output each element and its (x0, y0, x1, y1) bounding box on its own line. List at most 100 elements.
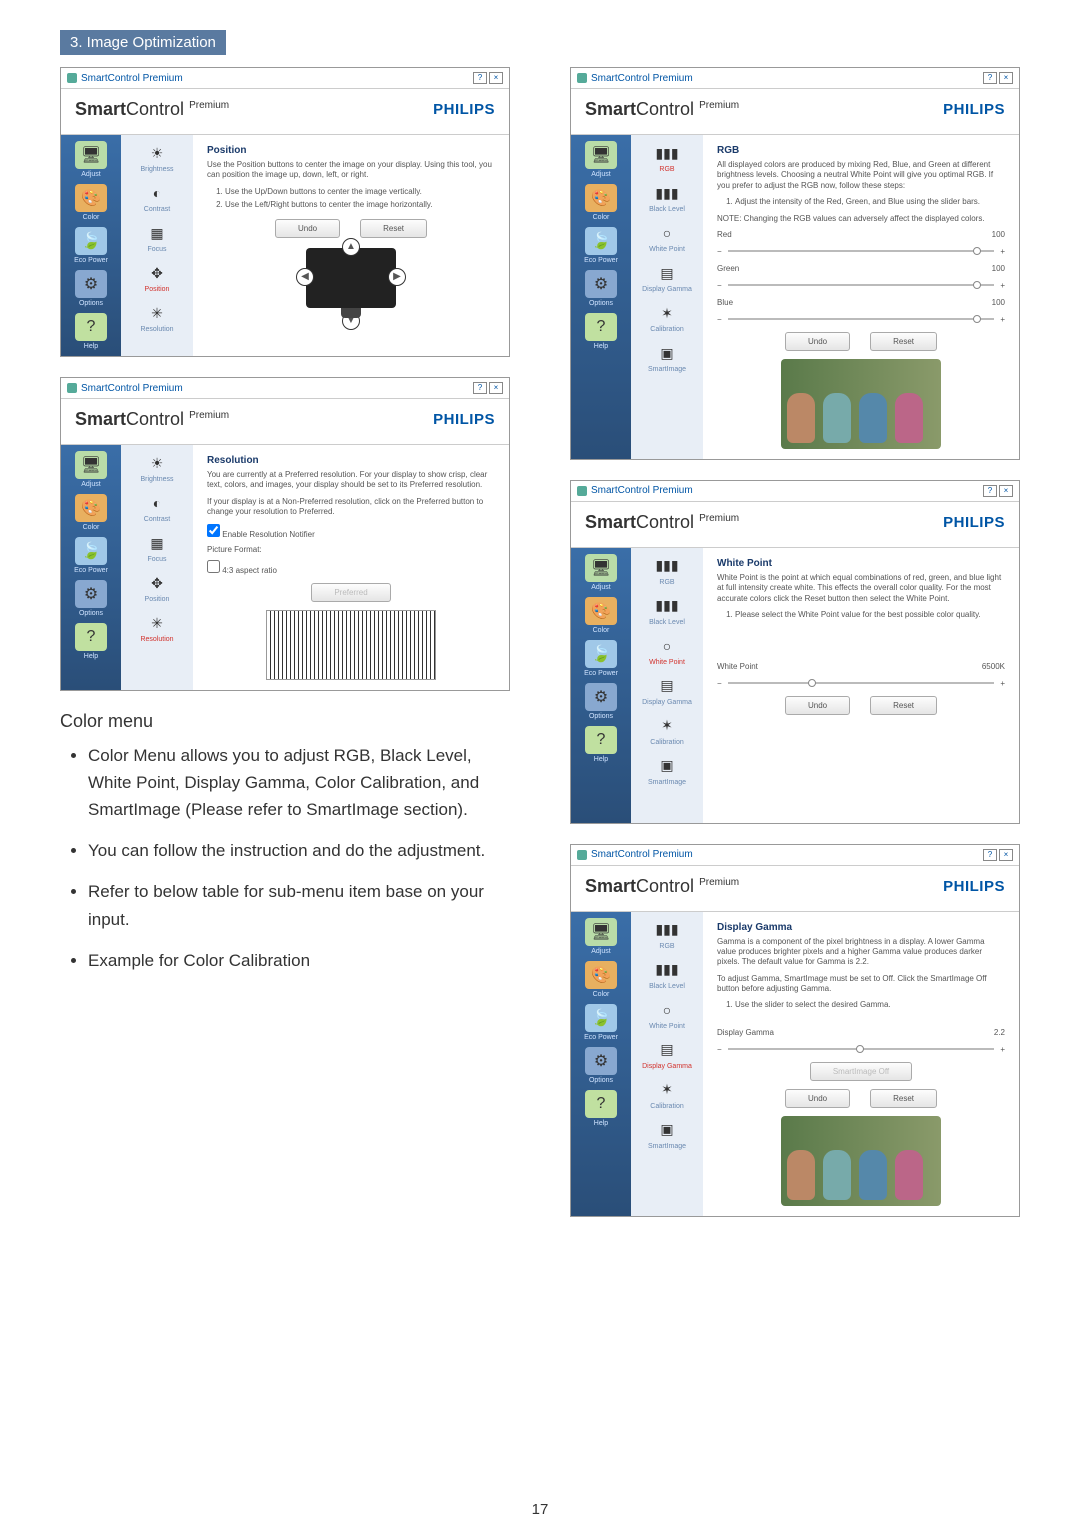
undo-button[interactable]: Undo (275, 219, 340, 238)
nav-help[interactable]: ?Help (69, 623, 113, 660)
help-button[interactable]: ? (983, 485, 997, 497)
nav-eco[interactable]: 🍃Eco Power (579, 640, 623, 677)
nav-options[interactable]: ⚙Options (579, 270, 623, 307)
app-icon (577, 486, 587, 496)
help-button[interactable]: ? (473, 72, 487, 84)
sub-resolution[interactable]: ✳Resolution (140, 303, 173, 333)
close-button[interactable]: × (489, 72, 503, 84)
green-value: 100 (975, 264, 1005, 273)
sub-brightness[interactable]: ☀Brightness (140, 453, 173, 483)
sub-cal[interactable]: ✶Calibration (650, 303, 683, 333)
nav-adjust[interactable]: 🖥Adjust (579, 141, 623, 178)
arrow-left[interactable]: ◀ (296, 268, 314, 286)
cb-notifier[interactable]: Enable Resolution Notifier (207, 530, 315, 539)
sub-white[interactable]: ○White Point (649, 1000, 685, 1030)
sub-focus[interactable]: ▦Focus (145, 533, 169, 563)
sub-black[interactable]: ▮▮▮Black Level (649, 960, 685, 990)
sub-smart[interactable]: ▣SmartImage (648, 343, 686, 373)
brand-logo: PHILIPS (433, 411, 495, 428)
sub-contrast[interactable]: ◐Contrast (144, 183, 170, 213)
app-title: SmartControl Premium (591, 485, 693, 496)
nav-help[interactable]: ?Help (69, 313, 113, 350)
nav-options[interactable]: ⚙Options (69, 270, 113, 307)
sub-white[interactable]: ○White Point (649, 223, 685, 253)
nav-eco[interactable]: 🍃Eco Power (69, 227, 113, 264)
sub-cal[interactable]: ✶Calibration (650, 716, 683, 746)
nav-adjust[interactable]: 🖥Adjust (579, 918, 623, 955)
gamma-inc[interactable]: + (1000, 1045, 1005, 1054)
sub-gamma[interactable]: ▤Display Gamma (642, 1040, 692, 1070)
gamma-slider[interactable] (728, 1045, 995, 1053)
undo-button[interactable]: Undo (785, 332, 850, 351)
nav-options[interactable]: ⚙Options (69, 580, 113, 617)
undo-button[interactable]: Undo (785, 696, 850, 715)
nav-eco[interactable]: 🍃Eco Power (579, 227, 623, 264)
sub-resolution[interactable]: ✳Resolution (140, 613, 173, 643)
cb-aspect[interactable]: 4:3 aspect ratio (207, 566, 277, 575)
reset-button[interactable]: Reset (870, 332, 937, 351)
nav-help[interactable]: ?Help (579, 726, 623, 763)
wp-inc[interactable]: + (1000, 679, 1005, 688)
close-button[interactable]: × (999, 485, 1013, 497)
sub-smart[interactable]: ▣SmartImage (648, 1120, 686, 1150)
content-p1: Gamma is a component of the pixel bright… (717, 937, 1005, 968)
close-button[interactable]: × (999, 849, 1013, 861)
blue-dec[interactable]: − (717, 315, 722, 324)
wp-slider[interactable] (728, 679, 995, 687)
sub-focus[interactable]: ▦Focus (145, 223, 169, 253)
nav-adjust[interactable]: 🖥Adjust (579, 554, 623, 591)
sub-white[interactable]: ○White Point (649, 636, 685, 666)
sub-rgb[interactable]: ▮▮▮RGB (655, 143, 679, 173)
nav-help[interactable]: ?Help (579, 1090, 623, 1127)
undo-button[interactable]: Undo (785, 1089, 850, 1108)
sub-cal[interactable]: ✶Calibration (650, 1080, 683, 1110)
sub-gamma[interactable]: ▤Display Gamma (642, 263, 692, 293)
nav-options[interactable]: ⚙Options (579, 1047, 623, 1084)
reset-button[interactable]: Reset (360, 219, 427, 238)
nav-options[interactable]: ⚙Options (579, 683, 623, 720)
nav-eco[interactable]: 🍃Eco Power (69, 537, 113, 574)
arrow-down[interactable]: ▼ (342, 312, 360, 330)
sub-contrast[interactable]: ◐Contrast (144, 493, 170, 523)
green-inc[interactable]: + (1000, 281, 1005, 290)
smartimage-off-button[interactable]: SmartImage Off (810, 1062, 912, 1081)
sub-position[interactable]: ✥Position (145, 573, 170, 603)
nav-color[interactable]: 🎨Color (69, 184, 113, 221)
help-button[interactable]: ? (983, 849, 997, 861)
sub-position[interactable]: ✥Position (145, 263, 170, 293)
sub-rgb[interactable]: ▮▮▮RGB (655, 556, 679, 586)
sub-smart[interactable]: ▣SmartImage (648, 756, 686, 786)
nav-eco[interactable]: 🍃Eco Power (579, 1004, 623, 1041)
blue-slider[interactable] (728, 315, 995, 323)
sub-black[interactable]: ▮▮▮Black Level (649, 596, 685, 626)
nav-color[interactable]: 🎨Color (579, 597, 623, 634)
red-dec[interactable]: − (717, 247, 722, 256)
nav-adjust[interactable]: 🖥Adjust (69, 141, 113, 178)
green-dec[interactable]: − (717, 281, 722, 290)
nav-color[interactable]: 🎨Color (579, 184, 623, 221)
nav-color[interactable]: 🎨Color (69, 494, 113, 531)
arrow-right[interactable]: ▶ (388, 268, 406, 286)
blue-inc[interactable]: + (1000, 315, 1005, 324)
reset-button[interactable]: Reset (870, 696, 937, 715)
sub-black[interactable]: ▮▮▮Black Level (649, 183, 685, 213)
close-button[interactable]: × (489, 382, 503, 394)
sub-gamma[interactable]: ▤Display Gamma (642, 676, 692, 706)
wp-dec[interactable]: − (717, 679, 722, 688)
preferred-button[interactable]: Preferred (311, 583, 390, 602)
green-slider[interactable] (728, 281, 995, 289)
nav-adjust[interactable]: 🖥Adjust (69, 451, 113, 488)
red-inc[interactable]: + (1000, 247, 1005, 256)
sub-rgb[interactable]: ▮▮▮RGB (655, 920, 679, 950)
red-slider[interactable] (728, 247, 995, 255)
sub-brightness[interactable]: ☀Brightness (140, 143, 173, 173)
nav-color[interactable]: 🎨Color (579, 961, 623, 998)
app-icon (67, 73, 77, 83)
help-button[interactable]: ? (473, 382, 487, 394)
close-button[interactable]: × (999, 72, 1013, 84)
help-button[interactable]: ? (983, 72, 997, 84)
reset-button[interactable]: Reset (870, 1089, 937, 1108)
arrow-up[interactable]: ▲ (342, 238, 360, 256)
nav-help[interactable]: ?Help (579, 313, 623, 350)
gamma-dec[interactable]: − (717, 1045, 722, 1054)
